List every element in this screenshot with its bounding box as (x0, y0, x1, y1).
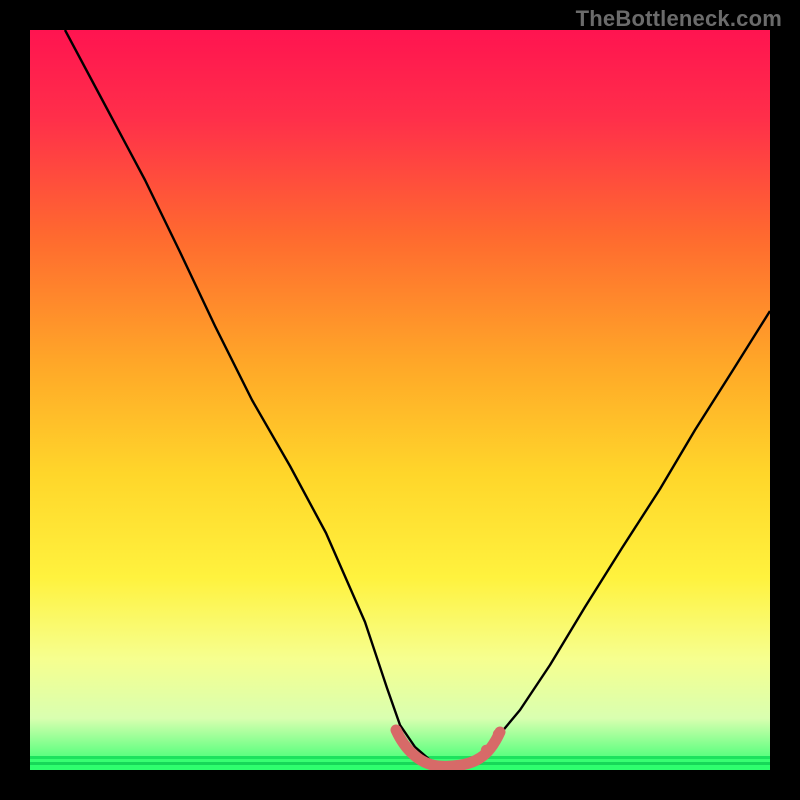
watermark-text: TheBottleneck.com (576, 6, 782, 32)
chart-frame: TheBottleneck.com (0, 0, 800, 800)
optimal-zone-highlight (30, 30, 770, 770)
plot-area (30, 30, 770, 770)
